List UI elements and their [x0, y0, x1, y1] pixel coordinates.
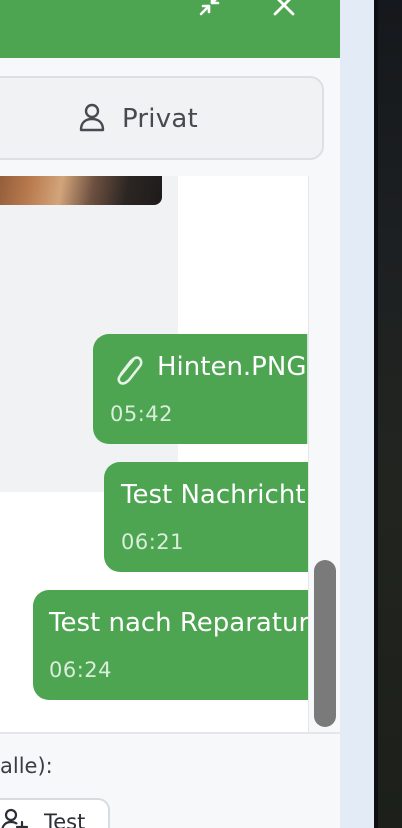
message-text: Test nach Reparatur	[49, 608, 310, 638]
message-time: 06:21	[121, 530, 185, 554]
message-list: Hinten.PNG 05:42 Test Nachricht 06:21 Te…	[0, 176, 310, 732]
recipient-chip[interactable]: Test	[0, 798, 110, 828]
window-edge	[374, 0, 378, 828]
private-mode-button[interactable]: Privat	[76, 98, 198, 140]
message-time: 06:24	[49, 658, 113, 682]
close-icon[interactable]	[271, 0, 297, 18]
outgoing-message[interactable]: Hinten.PNG 05:42	[93, 334, 310, 444]
recipients-label: alle):	[0, 754, 53, 778]
chat-panel: Privat Hinten.PNG 05:42 Test Nachricht 0…	[0, 0, 340, 828]
message-text: Test Nachricht	[121, 480, 306, 510]
page: Privat Hinten.PNG 05:42 Test Nachricht 0…	[0, 0, 402, 828]
recipient-chip-label: Test	[44, 810, 86, 828]
add-user-icon	[0, 806, 30, 828]
user-icon	[76, 101, 108, 137]
message-image[interactable]	[0, 176, 162, 205]
outgoing-message[interactable]: Test Nachricht 06:21	[104, 462, 310, 572]
outgoing-message[interactable]: Test nach Reparatur 06:24	[33, 590, 310, 700]
message-text: Hinten.PNG	[157, 352, 307, 382]
collapse-arrows-icon[interactable]	[197, 0, 223, 18]
paperclip-icon	[109, 350, 145, 390]
scrollbar-thumb[interactable]	[314, 560, 336, 727]
background-window	[374, 0, 402, 828]
message-time: 05:42	[110, 402, 174, 426]
mode-label: Privat	[122, 104, 198, 134]
